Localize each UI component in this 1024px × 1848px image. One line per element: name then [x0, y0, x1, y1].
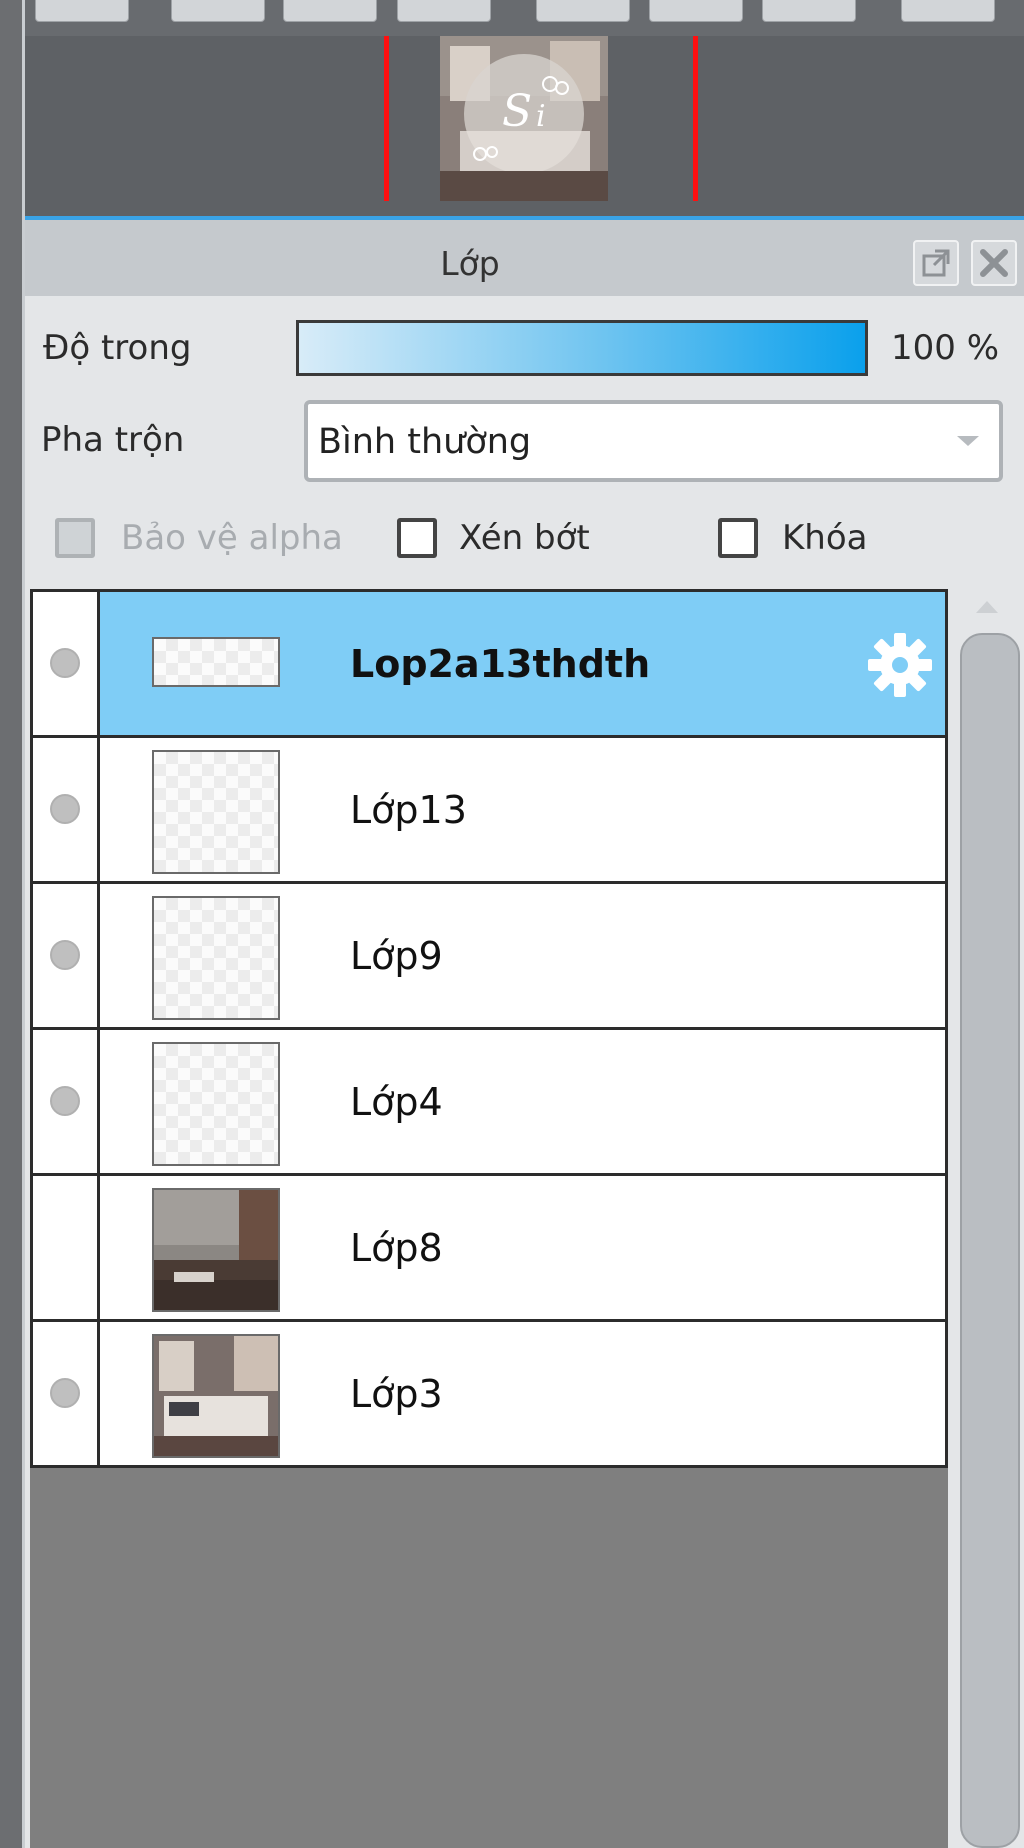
visibility-toggle[interactable]: [30, 884, 100, 1027]
layer-row[interactable]: Lớp13: [30, 735, 948, 881]
toolbar-button[interactable]: [283, 0, 377, 22]
svg-text:i: i: [536, 99, 546, 134]
top-toolbar: [25, 0, 1024, 36]
clip-label: Xén bớt: [459, 518, 590, 558]
layer-body[interactable]: Lớp13: [100, 738, 948, 881]
layer-thumbnail: [152, 1188, 280, 1312]
opacity-slider[interactable]: [296, 320, 868, 376]
blend-mode-select[interactable]: Bình thường: [304, 400, 1003, 482]
toolbar-button[interactable]: [536, 0, 630, 22]
blend-mode-value: Bình thường: [318, 422, 532, 462]
toolbar-button[interactable]: [35, 0, 129, 22]
layer-name: Lop2a13thdth: [350, 642, 651, 686]
scroll-up-arrow-icon[interactable]: [976, 601, 998, 613]
layer-thumbnail: [152, 1334, 280, 1458]
visibility-dot-icon: [50, 794, 80, 824]
lock-checkbox[interactable]: [718, 518, 758, 558]
layer-list-scrollbar[interactable]: [954, 589, 1024, 1848]
navigator-frame-left: [384, 36, 389, 201]
visibility-toggle[interactable]: [30, 1322, 100, 1465]
chevron-down-icon: [957, 436, 979, 446]
popout-icon: [922, 249, 950, 277]
layer-thumbnail: [152, 750, 280, 874]
layer-body[interactable]: Lớp4: [100, 1030, 948, 1173]
toolbar-button[interactable]: [901, 0, 995, 22]
visibility-dot-icon: [50, 1086, 80, 1116]
layer-name: Lớp13: [350, 788, 467, 832]
layer-body[interactable]: Lớp3: [100, 1322, 948, 1465]
left-edge-strip: [0, 0, 22, 1848]
layer-name: Lớp9: [350, 934, 443, 978]
gear-icon[interactable]: [865, 630, 935, 700]
toolbar-button[interactable]: [649, 0, 743, 22]
visibility-toggle[interactable]: [30, 738, 100, 881]
layer-row[interactable]: Lớp9: [30, 881, 948, 1027]
layer-row[interactable]: Lớp4: [30, 1027, 948, 1173]
opacity-label: Độ trong: [43, 328, 192, 368]
layer-row[interactable]: Lớp3: [30, 1319, 948, 1465]
visibility-toggle[interactable]: [30, 1030, 100, 1173]
visibility-dot-icon: [50, 940, 80, 970]
layer-row[interactable]: Lop2a13thdth: [30, 589, 948, 735]
layer-body[interactable]: Lớp8: [100, 1176, 948, 1319]
layer-name: Lớp4: [350, 1080, 443, 1124]
opacity-value: 100 %: [891, 328, 1000, 368]
layer-body[interactable]: Lop2a13thdth: [100, 592, 948, 735]
close-button[interactable]: [971, 240, 1017, 286]
layer-name: Lớp8: [350, 1226, 443, 1270]
svg-text:S: S: [502, 86, 532, 137]
protect-alpha-checkbox[interactable]: [55, 518, 95, 558]
toolbar-button[interactable]: [397, 0, 491, 22]
layer-thumbnail: [152, 1042, 280, 1166]
toolbar-button[interactable]: [171, 0, 265, 22]
layer-list-bottom-border: [30, 1465, 948, 1468]
canvas-preview-image: S i: [440, 36, 608, 201]
layer-list: Lop2a13thdth Lớp13 Lớp9 Lớp4 Lớp8 Lớp3: [30, 589, 948, 1848]
blend-mode-label: Pha trộn: [41, 420, 185, 460]
layer-body[interactable]: Lớp9: [100, 884, 948, 1027]
navigator-frame-right: [693, 36, 698, 201]
layer-row[interactable]: Lớp8: [30, 1173, 948, 1319]
popout-button[interactable]: [913, 240, 959, 286]
panel-header: Lớp: [25, 220, 1024, 296]
toolbar-button[interactable]: [762, 0, 856, 22]
visibility-toggle[interactable]: [30, 592, 100, 735]
layer-panel: Lớp Độ trong 100 % Pha trộn Bình thường …: [25, 216, 1024, 1848]
visibility-toggle[interactable]: [30, 1176, 100, 1319]
clip-checkbox[interactable]: [397, 518, 437, 558]
panel-title: Lớp: [440, 244, 500, 283]
visibility-dot-icon: [50, 648, 80, 678]
close-icon: [980, 249, 1008, 277]
layer-name: Lớp3: [350, 1372, 443, 1416]
scrollbar-thumb[interactable]: [960, 633, 1020, 1848]
lock-label: Khóa: [782, 518, 868, 558]
protect-alpha-label: Bảo vệ alpha: [121, 518, 343, 558]
layer-thumbnail: [152, 896, 280, 1020]
visibility-dot-icon: [50, 1378, 80, 1408]
layer-thumbnail: [152, 637, 280, 687]
navigator-preview[interactable]: S i: [25, 36, 1024, 216]
